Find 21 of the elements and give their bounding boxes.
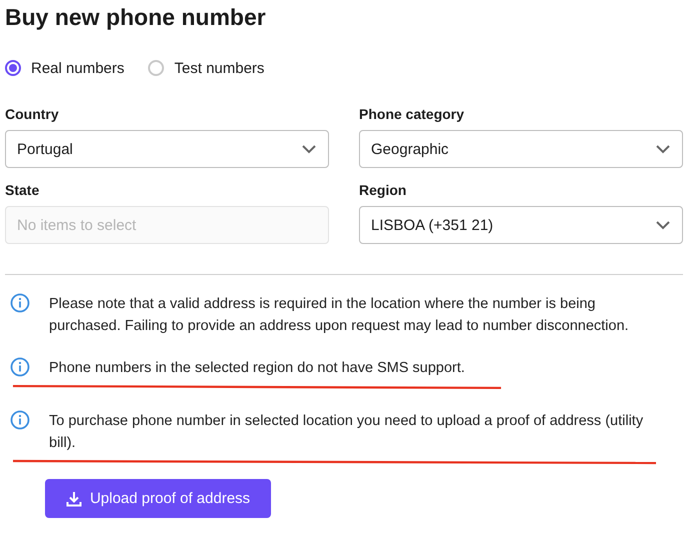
info-note: Phone numbers in the selected region do not have SMS support. [49, 359, 466, 378]
chevron-down-icon [656, 144, 670, 154]
info-icon [10, 357, 30, 377]
chevron-down-icon [302, 144, 316, 154]
radio-option[interactable]: Real numbers [5, 60, 124, 76]
info-icon [10, 410, 30, 430]
field-label: Country [5, 106, 60, 124]
chevron-down-icon [656, 220, 670, 230]
info-icon [10, 293, 30, 313]
info-note: To purchase phone number in selected location you need to upload a proof of address (utility bill). [49, 412, 644, 453]
field-label: Region [359, 182, 408, 200]
select-field[interactable]: Geographic [359, 130, 683, 168]
upload-button[interactable]: Upload proof of address [45, 479, 271, 518]
page-title: Buy new phone number [5, 3, 267, 32]
radio-option[interactable]: Test numbers [148, 60, 264, 76]
select-field[interactable]: LISBOA (+351 21) [359, 206, 683, 244]
info-note: Please note that a valid address is required in the location where the number is being purchased. Failing to provide an address upon request may lead to number disconnection. [49, 295, 630, 336]
select-field[interactable]: Portugal [5, 130, 329, 168]
field-label: State [5, 182, 40, 200]
download-icon [66, 490, 82, 506]
field-label: Phone category [359, 106, 466, 124]
